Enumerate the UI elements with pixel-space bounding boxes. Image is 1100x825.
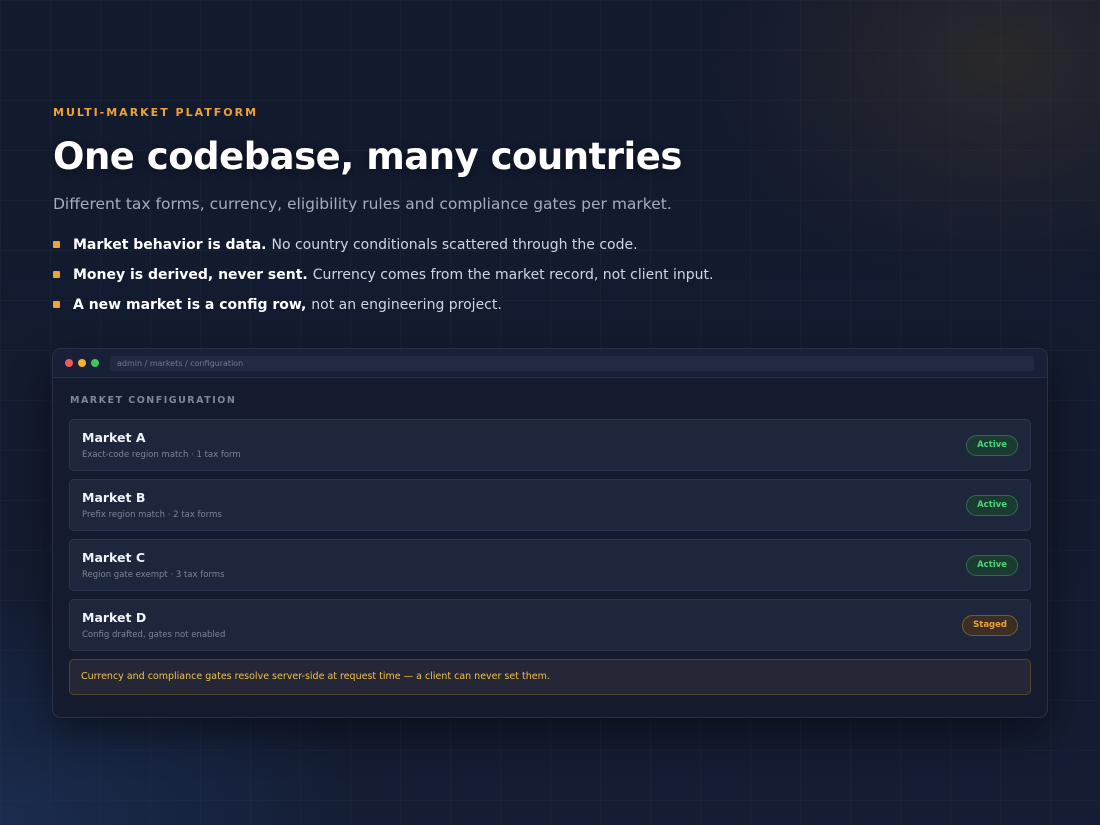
status-badge: Active [966,494,1018,516]
window-content: MARKET CONFIGURATION Market A Exact-code… [53,378,1047,695]
market-row[interactable]: Market D Config drafted, gates not enabl… [69,599,1031,651]
market-description: Prefix region match · 2 tax forms [82,509,222,520]
feature-title: Market behavior is data. [73,237,267,253]
feature-item: A new market is a config row, not an eng… [53,290,1053,320]
square-bullet-icon [53,270,60,278]
maximize-dot-icon[interactable] [91,359,99,367]
hero-section: MULTI-MARKET PLATFORM One codebase, many… [53,106,1053,320]
market-info: Market B Prefix region match · 2 tax for… [82,490,222,521]
market-description: Config drafted, gates not enabled [82,629,226,640]
market-row[interactable]: Market B Prefix region match · 2 tax for… [69,479,1031,531]
section-heading: MARKET CONFIGURATION [70,395,237,406]
window-titlebar: admin / markets / configuration [53,349,1047,378]
page-subtitle: Different tax forms, currency, eligibili… [53,195,672,213]
square-bullet-icon [53,300,60,308]
market-name: Market C [82,549,145,565]
market-row[interactable]: Market A Exact-code region match · 1 tax… [69,419,1031,471]
feature-item: Money is derived, never sent. Currency c… [53,260,1053,290]
feature-list: Market behavior is data. No country cond… [53,230,1053,320]
status-badge: Staged [962,614,1018,636]
page-title: One codebase, many countries [53,135,682,178]
feature-text: not an engineering project. [311,297,502,313]
market-info: Market D Config drafted, gates not enabl… [82,610,225,641]
status-badge: Active [966,554,1018,576]
breadcrumb[interactable]: admin / markets / configuration [110,355,1034,371]
square-bullet-icon [53,240,60,248]
market-list: Market A Exact-code region match · 1 tax… [69,419,1031,651]
market-row[interactable]: Market C Region gate exempt · 3 tax form… [69,539,1031,591]
market-name: Market D [82,609,147,625]
app-window: admin / markets / configuration MARKET C… [52,348,1048,718]
market-name: Market B [82,489,146,505]
feature-text: No country conditionals scattered throug… [271,237,638,253]
feature-text: Currency comes from the market record, n… [312,267,714,283]
status-badge: Active [966,434,1018,456]
market-name: Market A [82,429,146,445]
market-description: Exact-code region match · 1 tax form [82,449,241,460]
close-dot-icon[interactable] [65,359,73,367]
security-notice: Currency and compliance gates resolve se… [69,659,1031,695]
feature-item: Market behavior is data. No country cond… [53,230,1053,260]
feature-title: A new market is a config row, [73,297,307,313]
minimize-dot-icon[interactable] [78,359,86,367]
eyebrow-label: MULTI-MARKET PLATFORM [53,106,259,119]
feature-title: Money is derived, never sent. [73,267,308,283]
market-description: Region gate exempt · 3 tax forms [82,569,225,580]
market-info: Market C Region gate exempt · 3 tax form… [82,550,225,581]
market-info: Market A Exact-code region match · 1 tax… [82,430,241,461]
